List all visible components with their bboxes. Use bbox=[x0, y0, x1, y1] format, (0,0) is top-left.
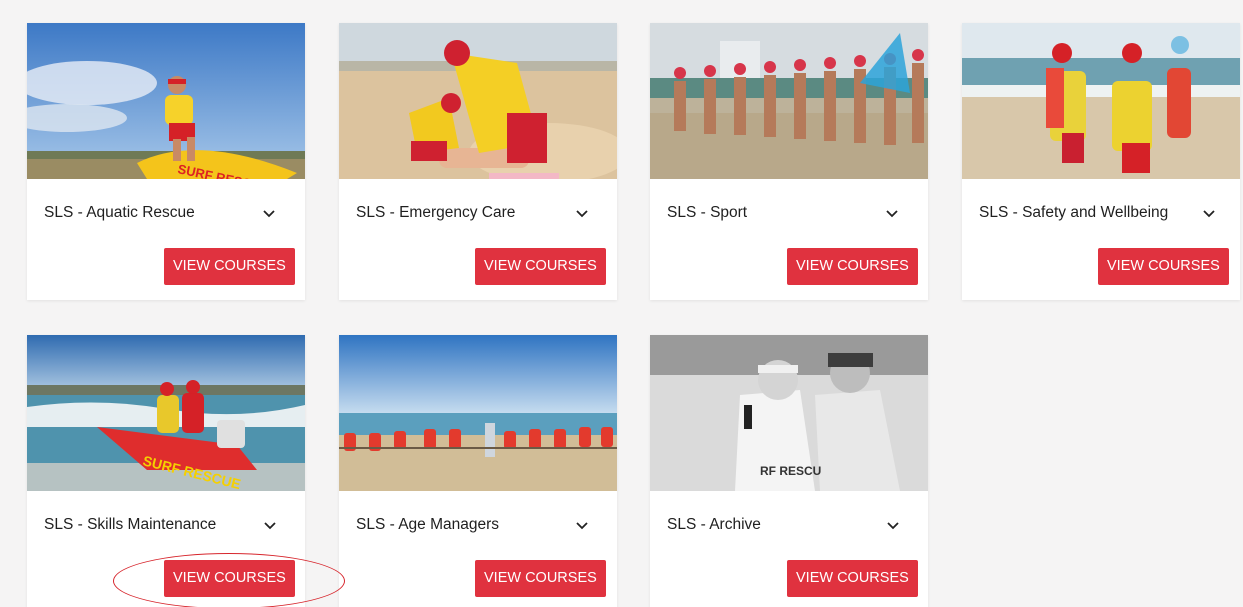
course-card-safety-wellbeing: SLS - Safety and Wellbeing VIEW COURSES bbox=[962, 23, 1240, 300]
card-title: SLS - Emergency Care bbox=[356, 204, 516, 221]
course-card-age-managers: SLS - Age Managers VIEW COURSES bbox=[339, 335, 617, 607]
course-card-emergency-care: SLS - Emergency Care VIEW COURSES bbox=[339, 23, 617, 300]
course-card-aquatic-rescue: SURF RESCUE SLS - Aquatic Rescue VIEW CO… bbox=[27, 23, 305, 300]
chevron-down-icon[interactable] bbox=[575, 521, 589, 531]
card-title: SLS - Aquatic Rescue bbox=[44, 204, 195, 221]
archive-photo[interactable]: RF RESCU bbox=[650, 335, 928, 491]
view-courses-button[interactable]: VIEW COURSES bbox=[475, 248, 606, 285]
card-title: SLS - Safety and Wellbeing bbox=[979, 204, 1169, 221]
svg-text:RF RESCU: RF RESCU bbox=[760, 464, 821, 478]
chevron-down-icon[interactable] bbox=[262, 209, 276, 219]
card-title: SLS - Sport bbox=[667, 204, 748, 221]
view-courses-button[interactable]: VIEW COURSES bbox=[787, 248, 918, 285]
aquatic-rescue-photo[interactable]: SURF RESCUE bbox=[27, 23, 305, 179]
card-title: SLS - Archive bbox=[667, 516, 761, 533]
view-courses-button[interactable]: VIEW COURSES bbox=[475, 560, 606, 597]
chevron-down-icon[interactable] bbox=[885, 209, 899, 219]
age-managers-photo[interactable] bbox=[339, 335, 617, 491]
view-courses-button[interactable]: VIEW COURSES bbox=[787, 560, 918, 597]
safety-wellbeing-photo[interactable] bbox=[962, 23, 1240, 179]
view-courses-button[interactable]: VIEW COURSES bbox=[1098, 248, 1229, 285]
chevron-down-icon[interactable] bbox=[1202, 209, 1216, 219]
course-card-skills-maintenance: SURF RESCUE SLS - Skills Maintenance VIE… bbox=[27, 335, 305, 607]
skills-maintenance-photo[interactable]: SURF RESCUE bbox=[27, 335, 305, 491]
sport-photo[interactable] bbox=[650, 23, 928, 179]
emergency-care-photo[interactable] bbox=[339, 23, 617, 179]
course-card-archive: RF RESCU SLS - Archive VIEW COURSES bbox=[650, 335, 928, 607]
view-courses-button[interactable]: VIEW COURSES bbox=[164, 560, 295, 597]
chevron-down-icon[interactable] bbox=[575, 209, 589, 219]
chevron-down-icon[interactable] bbox=[886, 521, 900, 531]
card-title: SLS - Age Managers bbox=[356, 516, 500, 533]
course-card-sport: SLS - Sport VIEW COURSES bbox=[650, 23, 928, 300]
chevron-down-icon[interactable] bbox=[263, 521, 277, 531]
card-title: SLS - Skills Maintenance bbox=[44, 516, 217, 533]
view-courses-button[interactable]: VIEW COURSES bbox=[164, 248, 295, 285]
